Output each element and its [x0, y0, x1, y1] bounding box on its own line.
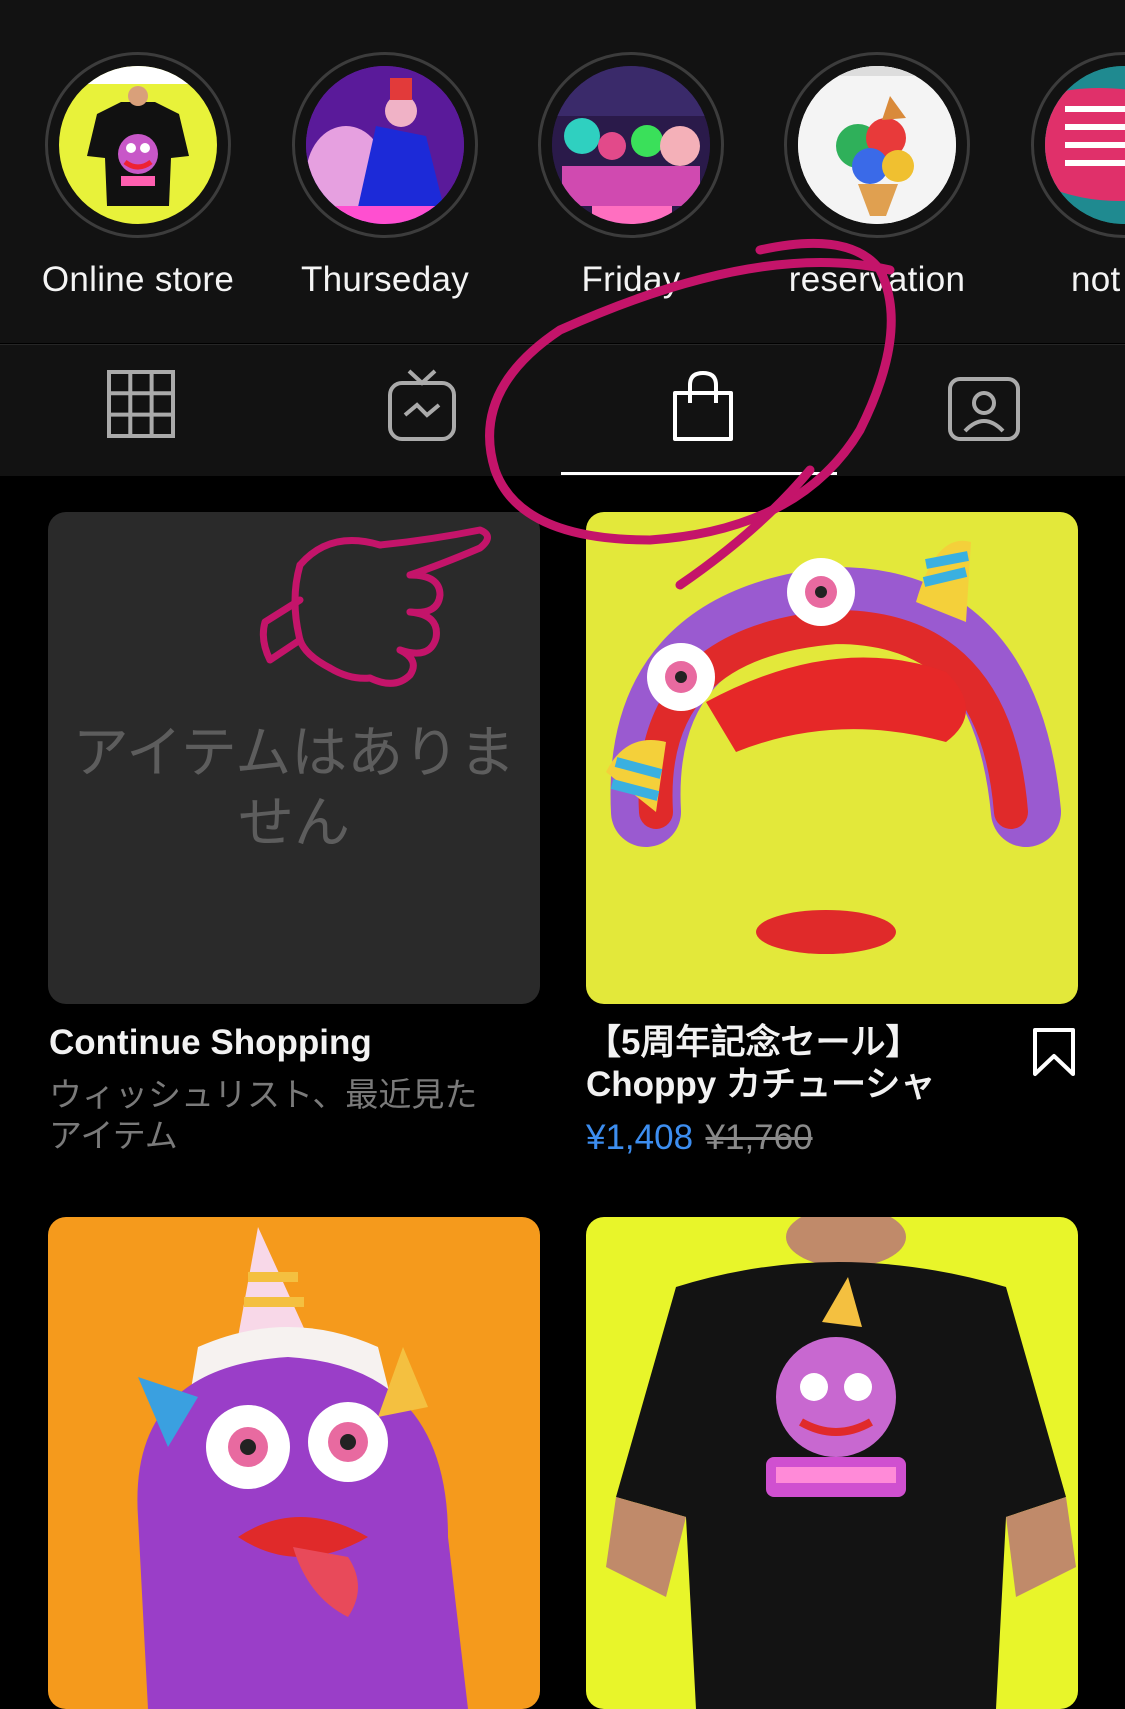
highlight-label: Online store	[41, 260, 235, 299]
tab-tagged[interactable]	[843, 345, 1124, 476]
continue-shopping-card[interactable]: アイテムはありま せん	[48, 512, 540, 1004]
highlight-cover-image	[59, 66, 217, 224]
product-image-plush-pouch[interactable]	[48, 1217, 540, 1709]
highlight-ring	[292, 52, 478, 238]
highlight-ring	[538, 52, 724, 238]
continue-shopping-subtitle: ウィッシュリスト、最近見た アイテム	[49, 1074, 509, 1156]
highlight-not[interactable]: not	[1001, 52, 1125, 300]
product-name-line: 【5周年記念セール】	[586, 1023, 921, 1062]
sale-price: ¥1,408	[586, 1118, 694, 1157]
continue-shopping-title[interactable]: Continue Shopping	[49, 1022, 372, 1064]
product-name[interactable]: 【5周年記念セール】 Choppy カチューシャ	[586, 1022, 986, 1106]
highlight-cover-image	[798, 66, 956, 224]
tab-grid[interactable]	[0, 345, 281, 476]
highlight-ring	[1031, 52, 1125, 238]
original-price: ¥1,760	[705, 1118, 813, 1157]
highlight-friday[interactable]: Friday	[508, 52, 754, 300]
tv-icon	[387, 369, 456, 441]
highlight-label: Friday	[581, 260, 681, 299]
highlight-cover-image	[552, 66, 710, 224]
tshirt-image	[606, 1217, 1076, 1709]
highlight-cover-image	[1045, 66, 1125, 224]
tab-shop[interactable]	[562, 345, 843, 476]
active-tab-indicator	[561, 472, 837, 475]
grid-icon	[106, 370, 175, 438]
highlight-label: Thurseday	[300, 260, 470, 299]
highlight-ring	[784, 52, 970, 238]
tagged-person-icon	[947, 377, 1020, 441]
subtitle-line: ウィッシュリスト、最近見た	[49, 1076, 478, 1113]
product-image-tshirt[interactable]	[586, 1217, 1078, 1709]
plush-pouch-image	[137, 1227, 468, 1709]
product-image-choppy-headband[interactable]	[586, 512, 1078, 1004]
shopping-bag-icon	[672, 370, 733, 441]
highlight-reservation[interactable]: reservation	[754, 52, 1000, 300]
profile-tab-bar	[0, 344, 1125, 476]
bookmark-icon[interactable]	[1031, 1026, 1077, 1078]
story-highlights: Online store Thurseday Friday reservatio…	[0, 0, 1125, 343]
highlight-label: reservation	[788, 260, 966, 299]
subtitle-line: アイテム	[49, 1117, 178, 1154]
empty-message-line: アイテムはありま	[72, 721, 516, 784]
highlight-thurseday[interactable]: Thurseday	[262, 52, 508, 300]
highlight-label: not	[1071, 260, 1121, 299]
highlight-ring	[45, 52, 231, 238]
headband-image	[606, 540, 1061, 954]
empty-message-line: せん	[238, 791, 350, 854]
empty-message: アイテムはありま せん	[48, 718, 540, 858]
product-name-line: Choppy カチューシャ	[586, 1065, 936, 1104]
highlight-cover-image	[306, 66, 464, 224]
tab-igtv[interactable]	[281, 345, 562, 476]
highlight-online-store[interactable]: Online store	[15, 52, 261, 300]
product-price-row: ¥1,408 ¥1,760	[586, 1118, 813, 1158]
